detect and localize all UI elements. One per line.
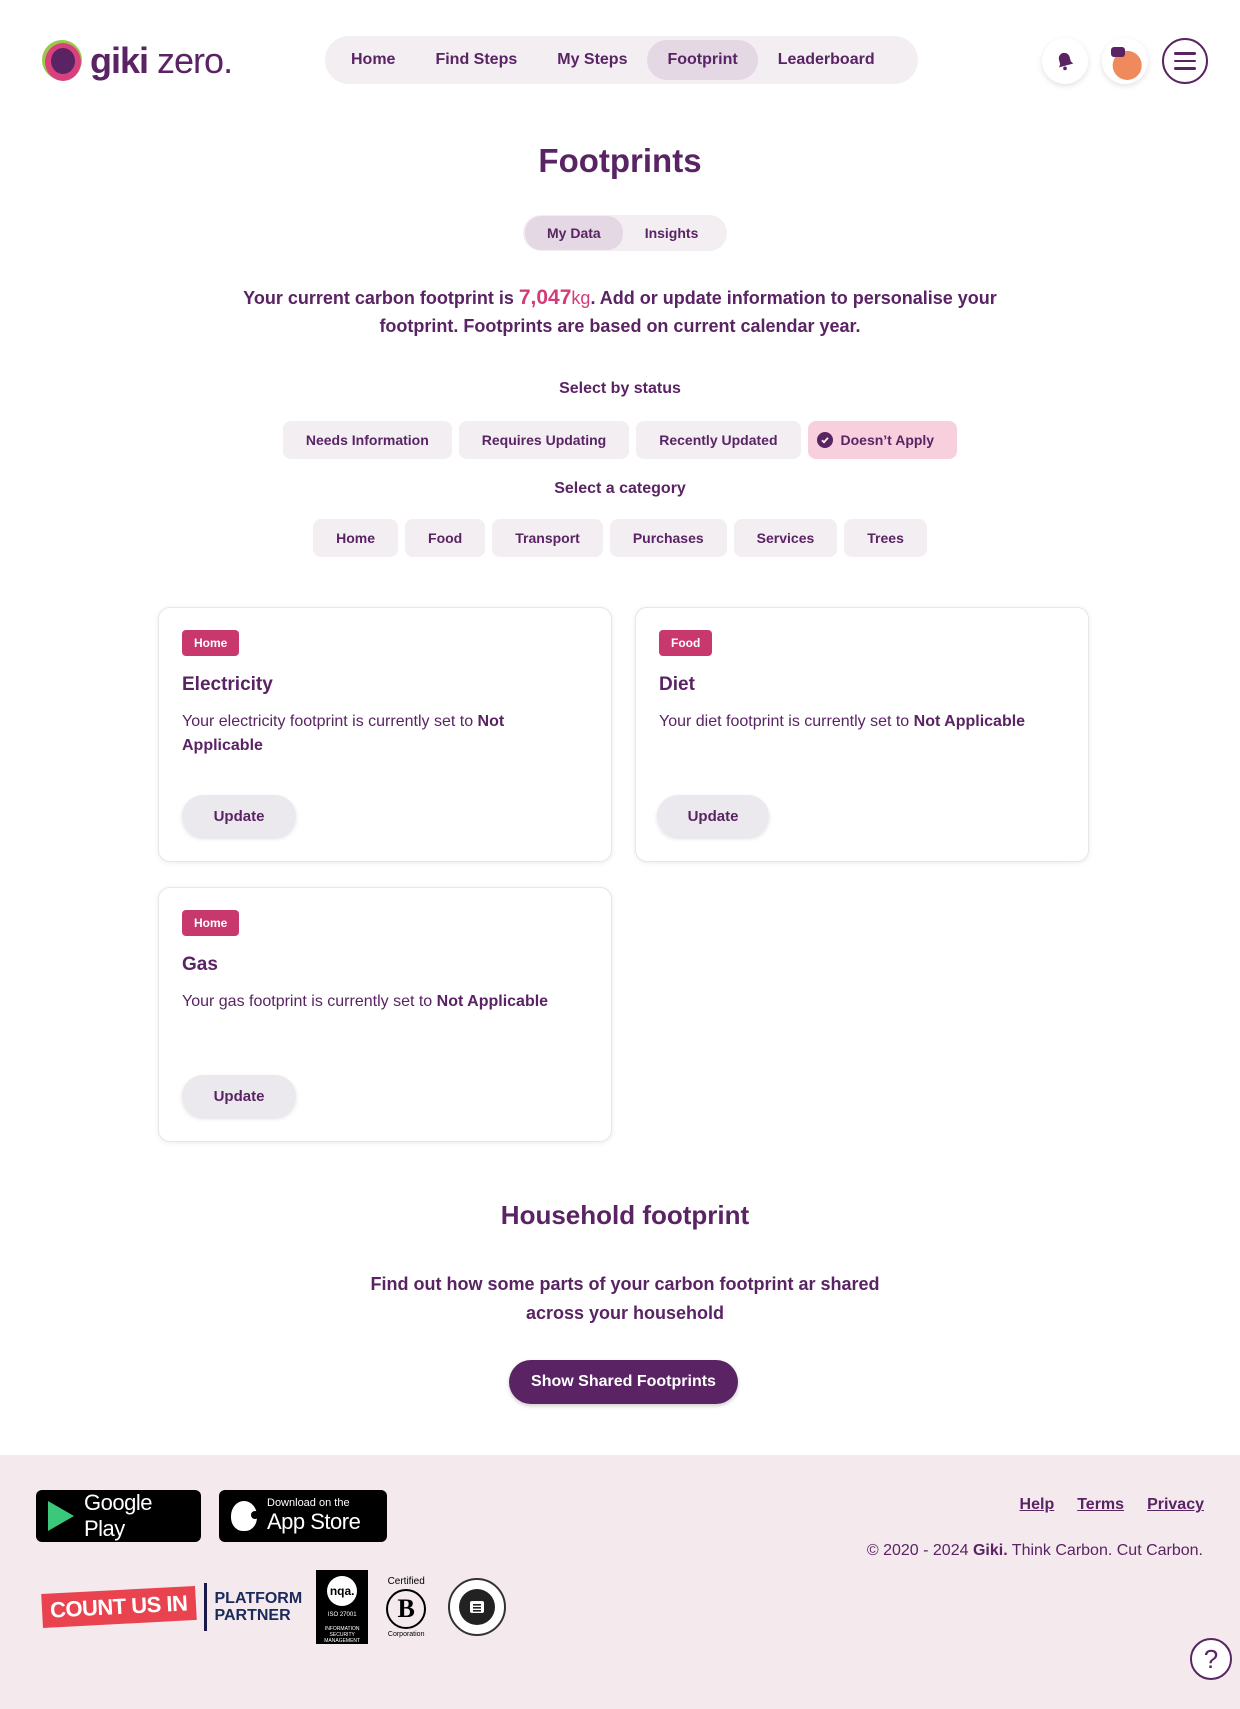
status-needs-information[interactable]: Needs Information: [282, 421, 452, 459]
status-recently-updated[interactable]: Recently Updated: [636, 421, 801, 459]
nav-leaderboard[interactable]: Leaderboard: [758, 40, 895, 80]
nav-find-steps[interactable]: Find Steps: [415, 40, 537, 80]
tab-my-data[interactable]: My Data: [525, 216, 623, 250]
tab-insights[interactable]: Insights: [623, 216, 721, 250]
bell-icon: [1058, 52, 1074, 71]
logo[interactable]: giki zero.: [42, 40, 233, 82]
card-title: Gas: [182, 954, 218, 975]
certification-badges: COUNT US IN PLATFORM PARTNER nqa. ISO 27…: [41, 1570, 507, 1644]
copyright: © 2020 - 2024 Giki. Think Carbon. Cut Ca…: [866, 1542, 1203, 1559]
category-food[interactable]: Food: [405, 519, 486, 557]
logo-mark-icon: [42, 40, 84, 82]
google-play-button[interactable]: Google Play: [36, 1490, 201, 1542]
nqa-iso-badge: nqa. ISO 27001 INFORMATION SECURITY MANA…: [316, 1570, 369, 1644]
status-requires-updating[interactable]: Requires Updating: [458, 421, 630, 459]
menu-button[interactable]: [1162, 38, 1208, 84]
notifications-button[interactable]: [1042, 38, 1088, 84]
apple-icon: [231, 1501, 259, 1531]
footer-links: Help Terms Privacy: [1020, 1496, 1204, 1514]
household-text: Find out how some parts of your carbon f…: [370, 1274, 880, 1323]
status-doesnt-apply[interactable]: Doesn’t Apply: [807, 421, 958, 459]
count-us-in-logo: COUNT US IN: [41, 1586, 197, 1628]
footprint-card-diet: Food Diet Your diet footprint is current…: [635, 607, 1089, 862]
nav-footprint[interactable]: Footprint: [647, 40, 758, 80]
social-enterprise-badge: [448, 1578, 507, 1636]
nav-home[interactable]: Home: [331, 40, 415, 80]
platform-partner-text: PLATFORM PARTNER: [214, 1590, 303, 1624]
category-filter: Home Food Transport Purchases Services T…: [0, 519, 1240, 557]
check-circle-icon: [816, 432, 833, 448]
footprint-summary: Your current carbon footprint is 7,047kg…: [243, 286, 997, 336]
card-title: Diet: [659, 674, 695, 695]
header: giki zero. Home Find Steps My Steps Foot…: [0, 0, 1240, 120]
category-tag: Home: [182, 910, 240, 936]
google-play-icon: [48, 1501, 74, 1531]
category-home[interactable]: Home: [313, 519, 399, 557]
category-trees[interactable]: Trees: [844, 519, 927, 557]
category-transport[interactable]: Transport: [492, 519, 603, 557]
header-actions: [1042, 38, 1208, 84]
card-text: Your electricity footprint is currently …: [182, 713, 505, 754]
show-shared-footprints-button[interactable]: Show Shared Footprints: [509, 1360, 738, 1404]
category-tag: Food: [659, 630, 713, 656]
footprint-card-electricity: Home Electricity Your electricity footpr…: [158, 607, 612, 862]
nav-my-steps[interactable]: My Steps: [537, 40, 647, 80]
menu-icon: [1174, 52, 1196, 55]
view-tabs: My Data Insights: [523, 215, 727, 251]
category-purchases[interactable]: Purchases: [609, 519, 727, 557]
avatar: [1103, 39, 1147, 83]
main-nav: Home Find Steps My Steps Footprint Leade…: [325, 36, 918, 84]
help-question-icon[interactable]: ?: [1190, 1638, 1232, 1680]
update-button[interactable]: Update: [182, 795, 296, 837]
category-services[interactable]: Services: [733, 519, 838, 557]
page-title: Footprints: [538, 142, 702, 179]
card-text: Your diet footprint is currently set to …: [659, 713, 1026, 730]
category-tag: Home: [182, 630, 240, 656]
help-link[interactable]: Help: [1020, 1496, 1055, 1514]
footprint-unit: kg: [571, 288, 591, 308]
logo-text: giki zero.: [90, 40, 233, 81]
update-button[interactable]: Update: [182, 1075, 296, 1117]
card-title: Electricity: [182, 674, 273, 695]
profile-button[interactable]: [1102, 38, 1148, 84]
footprint-card-gas: Home Gas Your gas footprint is currently…: [158, 887, 612, 1142]
footprint-value: 7,047: [518, 286, 572, 309]
app-store-button[interactable]: Download on the App Store: [219, 1490, 387, 1542]
category-filter-label: Select a category: [554, 480, 686, 497]
status-filter: Needs Information Requires Updating Rece…: [0, 421, 1240, 459]
update-button[interactable]: Update: [657, 795, 769, 837]
status-filter-label: Select by status: [559, 380, 681, 397]
card-text: Your gas footprint is currently set to N…: [182, 993, 549, 1010]
privacy-link[interactable]: Privacy: [1147, 1496, 1204, 1514]
b-corp-badge: Certified B Corporation: [386, 1576, 427, 1638]
household-title: Household footprint: [500, 1200, 750, 1230]
terms-link[interactable]: Terms: [1077, 1496, 1124, 1514]
